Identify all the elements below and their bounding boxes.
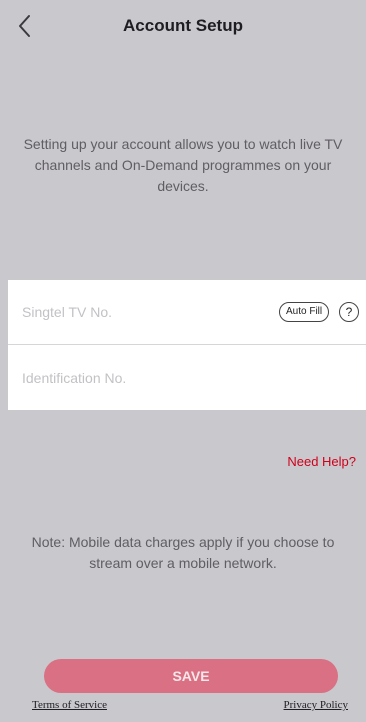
mobile-data-note: Note: Mobile data charges apply if you c…: [31, 534, 335, 571]
id-number-input[interactable]: [8, 346, 268, 410]
terms-of-service-link[interactable]: Terms of Service: [32, 699, 107, 711]
privacy-policy-link[interactable]: Privacy Policy: [284, 699, 348, 711]
question-icon[interactable]: ?: [339, 302, 359, 322]
auto-fill-button[interactable]: Auto Fill: [279, 302, 330, 322]
tv-number-input[interactable]: [8, 280, 268, 344]
id-number-row: [8, 346, 366, 410]
tv-number-row: Auto Fill ?: [8, 280, 366, 345]
need-help-link[interactable]: Need Help?: [287, 454, 356, 469]
page-title: Account Setup: [123, 16, 243, 35]
save-button[interactable]: SAVE: [44, 659, 338, 693]
account-form: Auto Fill ?: [8, 280, 366, 410]
intro-text: Setting up your account allows you to wa…: [23, 136, 343, 194]
header-bar: Account Setup: [0, 0, 366, 56]
